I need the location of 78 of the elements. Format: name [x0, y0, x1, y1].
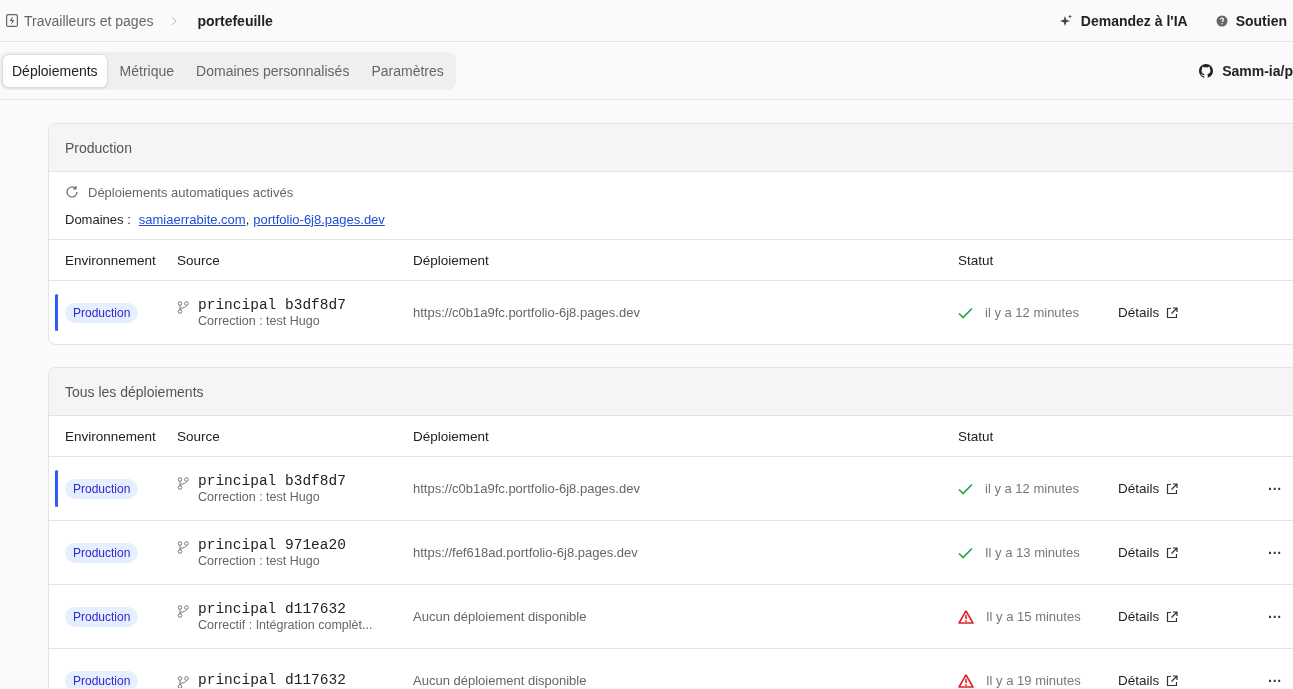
details-link[interactable]: Détails — [1118, 609, 1255, 624]
details-link[interactable]: Détails — [1118, 305, 1255, 320]
column-header: Environnement — [65, 428, 157, 444]
column-header: Déploiement — [413, 252, 490, 268]
domain-separator: , — [245, 212, 250, 227]
environment-badge: Production — [65, 670, 139, 688]
column-header: Source — [177, 252, 221, 268]
branch-icon — [177, 605, 189, 618]
sparkle-icon — [1058, 13, 1073, 28]
environment-badge: Production — [65, 478, 139, 499]
branch-icon — [177, 301, 189, 314]
external-link-icon — [1166, 482, 1179, 495]
check-icon — [958, 306, 973, 319]
tab[interactable]: Métrique — [109, 53, 185, 88]
commit-message: Correctif : Intégration complèt... — [198, 618, 373, 632]
branch-icon — [177, 676, 189, 688]
tab[interactable]: Domaines personnalisés — [186, 53, 360, 88]
branch-icon — [177, 541, 189, 554]
status-time: il y a 12 minutes — [985, 305, 1079, 320]
more-button[interactable]: ··· — [1255, 480, 1293, 497]
status-time: Il y a 15 minutes — [986, 609, 1081, 624]
column-header: Statut — [958, 252, 995, 268]
status-time: Il y a 19 minutes — [986, 673, 1081, 688]
branch-commit: principal d117632 — [198, 672, 346, 688]
tab[interactable]: Paramètres — [361, 53, 454, 88]
breadcrumb-link[interactable]: Travailleurs et pages — [24, 12, 154, 29]
more-button[interactable]: ··· — [1255, 672, 1293, 688]
commit-message: Correction : test Hugo — [198, 314, 321, 328]
status-time: Il y a 13 minutes — [985, 545, 1080, 560]
repository-link[interactable]: Samm-ia/p — [1199, 62, 1293, 79]
details-link[interactable]: Détails — [1118, 673, 1255, 688]
ask-ai-button[interactable]: Demandez à l'IA — [1058, 12, 1188, 29]
environment-badge: Production — [65, 302, 139, 323]
worker-icon — [6, 14, 18, 27]
status-time: il y a 12 minutes — [985, 481, 1079, 496]
commit-message: Correction : test Hugo — [198, 554, 321, 568]
column-header: Environnement — [65, 252, 157, 268]
check-icon — [958, 546, 973, 559]
warning-icon — [958, 673, 974, 688]
breadcrumb-current: portefeuille — [197, 12, 273, 29]
deployment-note: Aucun déploiement disponible — [413, 609, 588, 624]
auto-deploy-status: Déploiements automatiques activés — [88, 184, 294, 200]
column-header: Statut — [958, 428, 995, 444]
chevron-icon — [171, 15, 178, 26]
domain-link[interactable]: samiaerrabite.com — [138, 212, 246, 227]
branch-commit: principal b3df8d7 — [198, 473, 346, 489]
refresh-icon — [65, 185, 79, 199]
deployment-url: https://c0b1a9fc.portfolio-6j8.pages.dev — [413, 481, 641, 496]
support-link[interactable]: Soutien — [1215, 12, 1287, 29]
card-title: Tous les déploiements — [65, 383, 204, 400]
help-icon — [1215, 14, 1228, 27]
branch-icon — [177, 477, 189, 490]
check-icon — [958, 482, 973, 495]
github-icon — [1199, 63, 1214, 78]
branch-commit: principal d117632 — [198, 601, 347, 617]
column-header: Déploiement — [413, 428, 490, 444]
domain-link[interactable]: portfolio-6j8.pages.dev — [253, 212, 385, 227]
column-header: Source — [177, 428, 221, 444]
external-link-icon — [1166, 306, 1179, 319]
deployment-url: https://fef618ad.portfolio-6j8.pages.dev — [413, 545, 639, 560]
environment-badge: Production — [65, 606, 139, 627]
more-button[interactable]: ··· — [1255, 544, 1293, 561]
card-title: Production — [65, 139, 132, 156]
details-link[interactable]: Détails — [1118, 481, 1255, 496]
external-link-icon — [1166, 610, 1179, 623]
environment-badge: Production — [65, 542, 139, 563]
domains-label: Domaines : — [65, 212, 131, 227]
more-button[interactable]: ··· — [1255, 608, 1293, 625]
deployment-note: Aucun déploiement disponible — [413, 673, 588, 688]
deployment-url: https://c0b1a9fc.portfolio-6j8.pages.dev — [413, 305, 641, 320]
external-link-icon — [1166, 546, 1179, 559]
branch-commit: principal b3df8d7 — [198, 297, 346, 313]
details-link[interactable]: Détails — [1118, 545, 1255, 560]
external-link-icon — [1166, 674, 1179, 687]
commit-message: Correction : test Hugo — [198, 490, 321, 504]
warning-icon — [958, 609, 974, 624]
tab[interactable]: Déploiements — [2, 53, 108, 88]
branch-commit: principal 971ea20 — [198, 537, 346, 553]
